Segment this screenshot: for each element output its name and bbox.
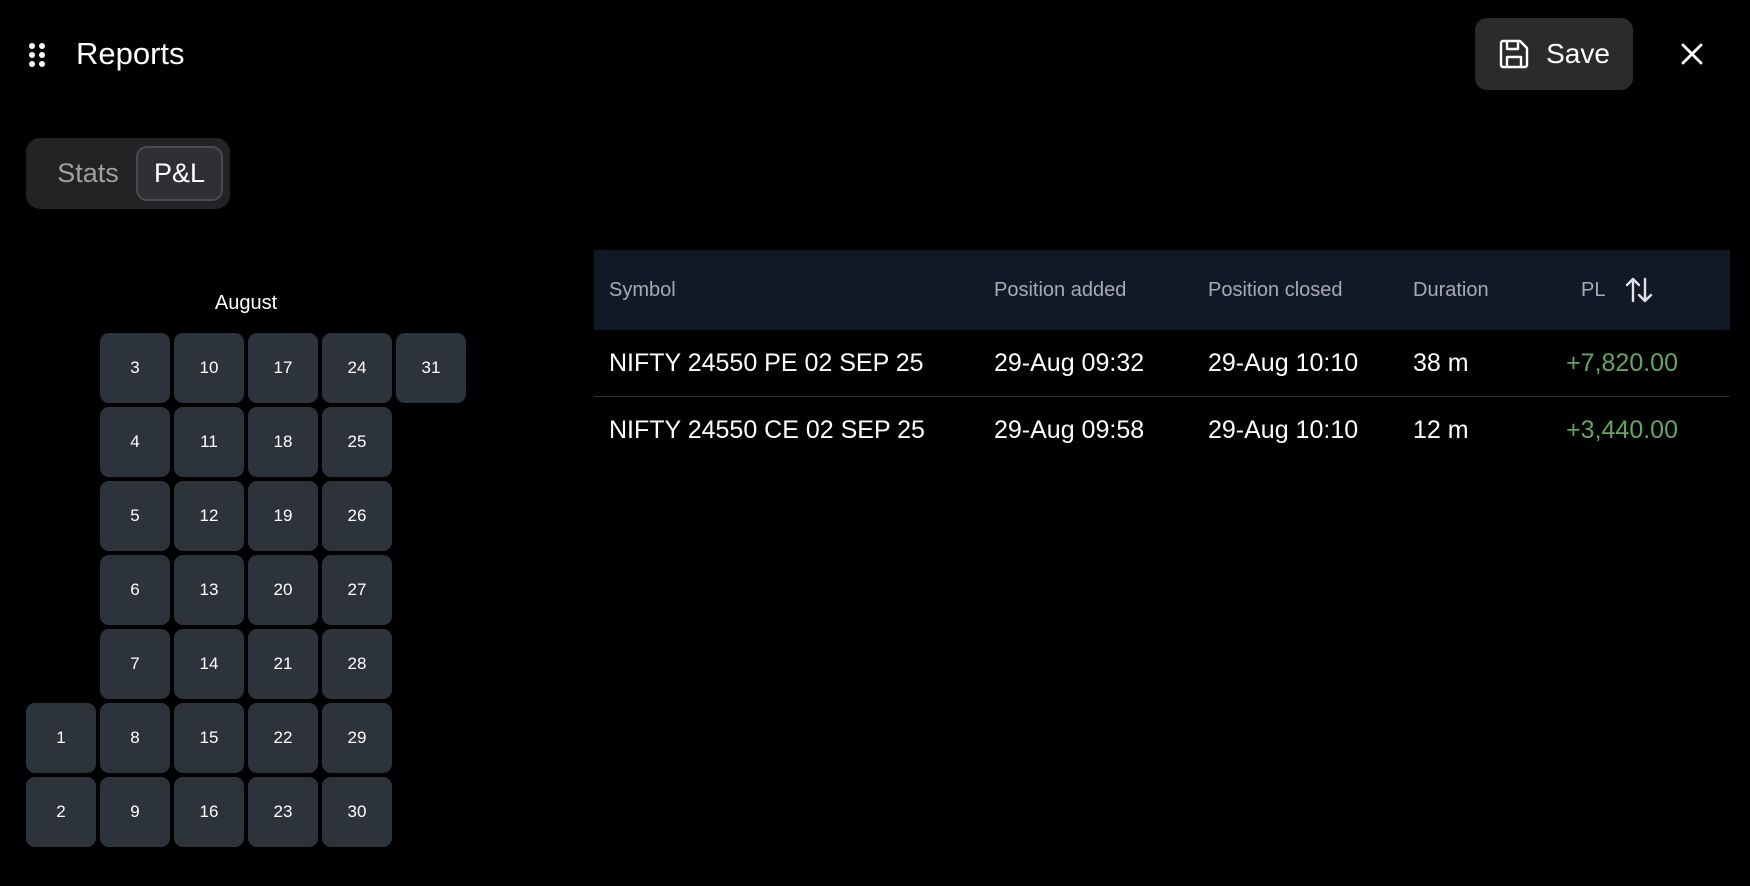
sort-arrows-icon[interactable] <box>1623 274 1655 306</box>
table-header: Symbol Position added Position closed Du… <box>594 250 1730 330</box>
calendar-day-7[interactable]: 7 <box>100 629 170 699</box>
calendar-day-12[interactable]: 12 <box>174 481 244 551</box>
calendar-day-2[interactable]: 2 <box>26 777 96 847</box>
cell-pl: +3,440.00 <box>1566 415 1678 444</box>
calendar-day-5[interactable]: 5 <box>100 481 170 551</box>
calendar-day-26[interactable]: 26 <box>322 481 392 551</box>
column-header-duration: Duration <box>1413 278 1489 301</box>
cell-position-closed: 29-Aug 10:10 <box>1208 348 1359 377</box>
calendar-day-10[interactable]: 10 <box>174 333 244 403</box>
column-header-position-closed: Position closed <box>1208 278 1343 301</box>
cell-position-added: 29-Aug 09:58 <box>994 415 1145 444</box>
close-icon[interactable] <box>1674 36 1710 72</box>
column-header-position-added: Position added <box>994 278 1127 301</box>
calendar-day-22[interactable]: 22 <box>248 703 318 773</box>
calendar-day-28[interactable]: 28 <box>322 629 392 699</box>
save-button[interactable]: Save <box>1475 18 1633 90</box>
column-header-symbol: Symbol <box>609 278 676 301</box>
view-toggle: Stats P&L <box>26 138 230 209</box>
calendar-month-label: August <box>214 292 278 314</box>
calendar-day-11[interactable]: 11 <box>174 407 244 477</box>
tab-stats[interactable]: Stats <box>40 146 136 201</box>
calendar-day-25[interactable]: 25 <box>322 407 392 477</box>
calendar-day-18[interactable]: 18 <box>248 407 318 477</box>
grip-dots-icon[interactable] <box>28 42 48 68</box>
calendar-day-3[interactable]: 3 <box>100 333 170 403</box>
calendar-day-19[interactable]: 19 <box>248 481 318 551</box>
calendar-day-8[interactable]: 8 <box>100 703 170 773</box>
column-header-pl[interactable]: PL <box>1581 250 1605 330</box>
calendar-day-31[interactable]: 31 <box>396 333 466 403</box>
calendar-day-30[interactable]: 30 <box>322 777 392 847</box>
calendar-day-16[interactable]: 16 <box>174 777 244 847</box>
page-title: Reports <box>76 36 185 71</box>
cell-position-closed: 29-Aug 10:10 <box>1208 415 1359 444</box>
cell-position-added: 29-Aug 09:32 <box>994 348 1145 377</box>
cell-duration: 38 m <box>1413 348 1469 377</box>
calendar-day-4[interactable]: 4 <box>100 407 170 477</box>
tab-pl[interactable]: P&L <box>136 146 223 201</box>
calendar-day-23[interactable]: 23 <box>248 777 318 847</box>
calendar-day-21[interactable]: 21 <box>248 629 318 699</box>
calendar-day-17[interactable]: 17 <box>248 333 318 403</box>
calendar-day-24[interactable]: 24 <box>322 333 392 403</box>
reports-window: Reports Save Stats P&L August 1234567891… <box>0 0 1750 886</box>
cell-pl: +7,820.00 <box>1566 348 1678 377</box>
calendar-day-15[interactable]: 15 <box>174 703 244 773</box>
positions-table: Symbol Position added Position closed Du… <box>594 250 1730 463</box>
calendar-day-14[interactable]: 14 <box>174 629 244 699</box>
table-row[interactable]: NIFTY 24550 CE 02 SEP 25 29-Aug 09:58 29… <box>594 397 1730 463</box>
calendar-day-6[interactable]: 6 <box>100 555 170 625</box>
save-label: Save <box>1546 38 1610 69</box>
calendar-day-20[interactable]: 20 <box>248 555 318 625</box>
table-row[interactable]: NIFTY 24550 PE 02 SEP 25 29-Aug 09:32 29… <box>594 330 1730 397</box>
cell-symbol: NIFTY 24550 PE 02 SEP 25 <box>609 348 924 377</box>
calendar-day-1[interactable]: 1 <box>26 703 96 773</box>
save-icon <box>1499 39 1529 69</box>
cell-symbol: NIFTY 24550 CE 02 SEP 25 <box>609 415 925 444</box>
calendar-day-27[interactable]: 27 <box>322 555 392 625</box>
cell-duration: 12 m <box>1413 415 1469 444</box>
calendar-day-29[interactable]: 29 <box>322 703 392 773</box>
calendar-day-9[interactable]: 9 <box>100 777 170 847</box>
calendar-day-13[interactable]: 13 <box>174 555 244 625</box>
